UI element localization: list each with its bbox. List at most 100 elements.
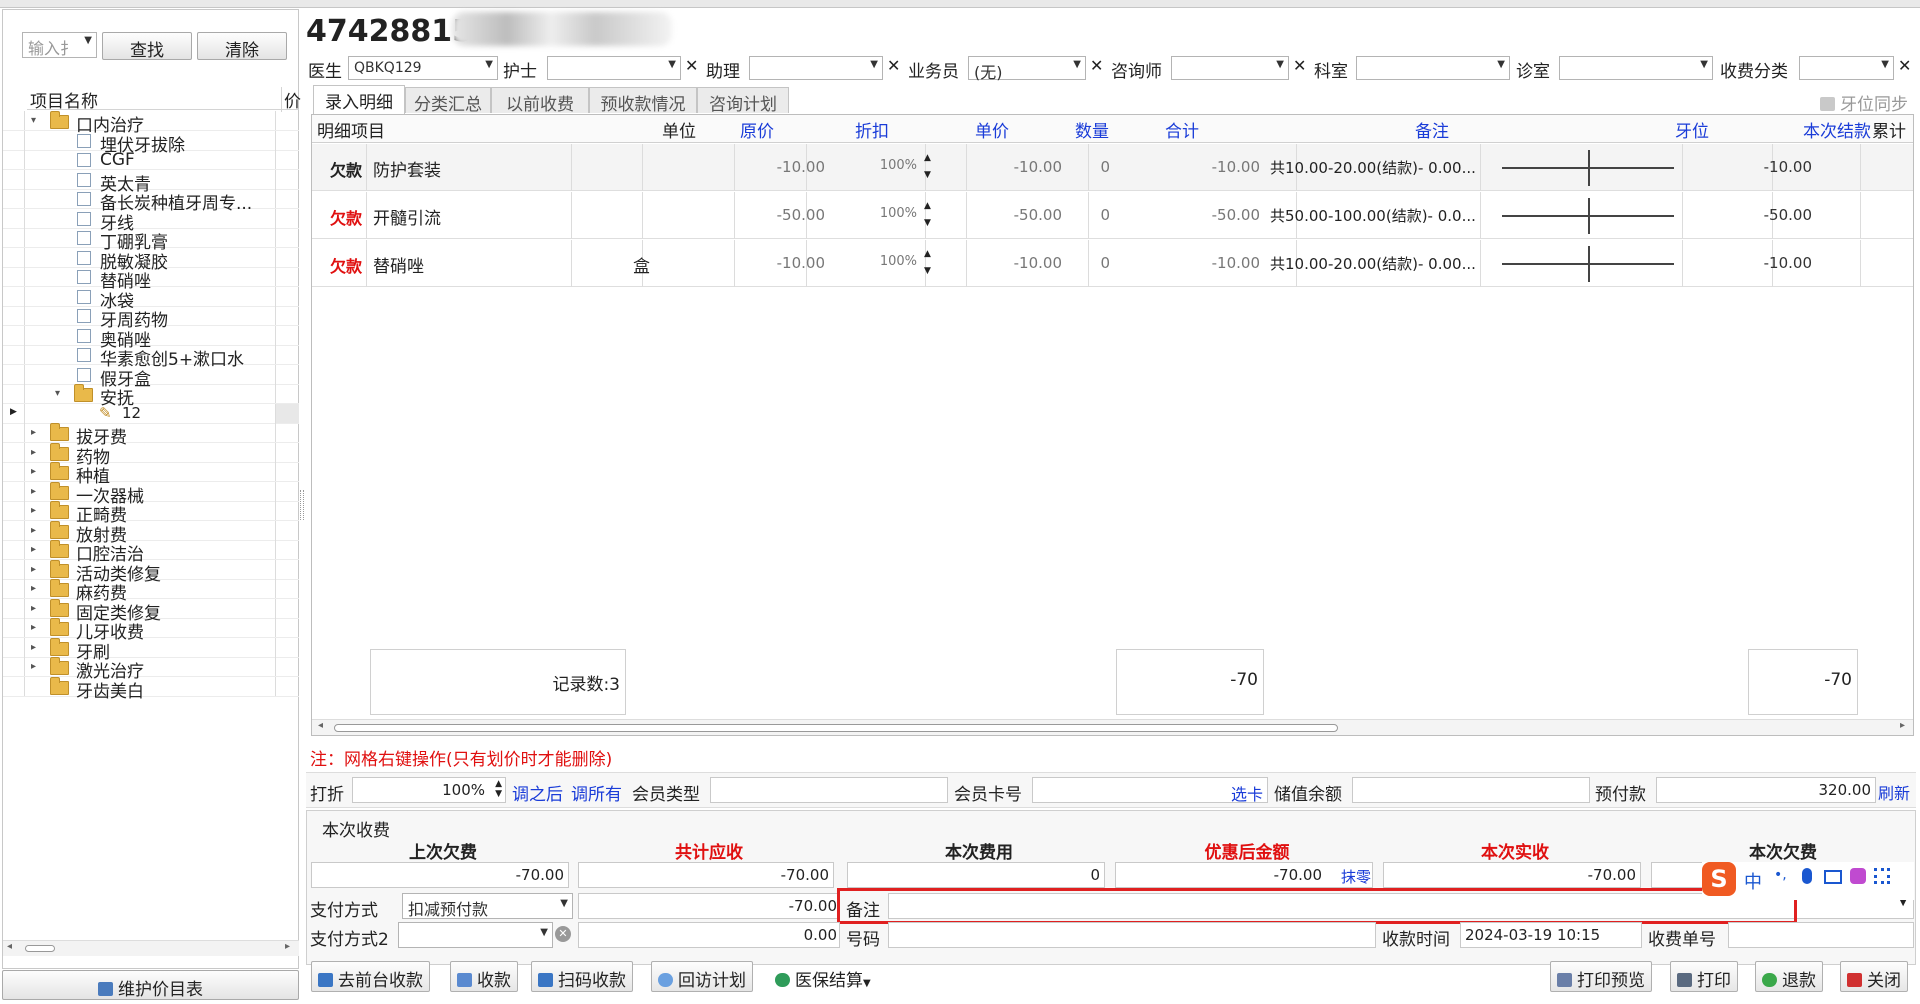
nurse-select[interactable]: ▼ — [547, 56, 681, 80]
pay-method2-select[interactable]: ▼ — [398, 922, 553, 948]
discount-spinner[interactable]: ▲ ▼ — [924, 198, 931, 232]
microphone-icon[interactable] — [1802, 868, 1812, 884]
consultant-select[interactable]: ▼ — [1171, 56, 1289, 80]
adjust-all-link[interactable]: 调所有 — [571, 780, 622, 805]
tree-row[interactable]: 假牙盒 — [3, 364, 299, 390]
tab-category-summary[interactable]: 分类汇总 — [405, 87, 491, 115]
tree-row[interactable]: ▸ 正畸费 — [3, 501, 299, 526]
row-selector[interactable] — [3, 189, 25, 208]
collect-button[interactable]: 收款 — [450, 961, 518, 992]
expand-icon[interactable]: ▸ — [31, 486, 36, 497]
expand-icon[interactable]: ▸ — [31, 622, 36, 633]
row-selector[interactable] — [3, 598, 25, 618]
assistant-select[interactable]: ▼ — [749, 56, 883, 80]
expand-icon[interactable]: ▸ — [31, 642, 36, 653]
collapse-icon[interactable]: ▾ — [55, 388, 60, 399]
row-selector[interactable] — [3, 657, 25, 676]
find-button[interactable]: 查找 — [102, 32, 192, 61]
clear-button[interactable]: 清除 — [197, 32, 287, 61]
number-input[interactable] — [888, 922, 1376, 948]
row-selector[interactable] — [3, 423, 25, 442]
print-preview-button[interactable]: 打印预览 — [1550, 961, 1652, 992]
row-selector[interactable] — [3, 150, 25, 169]
close-button[interactable]: 关闭 — [1840, 961, 1908, 992]
expand-icon[interactable]: ▸ — [31, 427, 36, 438]
item-checkbox-icon[interactable] — [77, 289, 91, 304]
clear-nurse-icon[interactable]: ✕ — [685, 56, 698, 75]
tree-row[interactable]: ▾ 安抚 — [3, 384, 299, 409]
row-selector[interactable] — [3, 267, 25, 286]
row-selector[interactable] — [3, 130, 25, 150]
round-off-link[interactable]: 抹零 — [1341, 866, 1371, 887]
pay-method-select[interactable]: 扣减预付款 ▼ — [402, 893, 573, 919]
front-desk-collect-button[interactable]: 去前台收款 — [311, 961, 430, 992]
refresh-link[interactable]: 刷新 — [1878, 780, 1910, 804]
clinic-select[interactable]: ▼ — [1559, 56, 1713, 80]
adjust-after-link[interactable]: 调之后 — [512, 780, 563, 805]
row-selector[interactable] — [3, 111, 25, 130]
tree-row[interactable]: ▸ 激光治疗 — [3, 657, 299, 682]
expand-icon[interactable]: ▸ — [31, 505, 36, 516]
table-row[interactable]: 欠款 防护套装 -10.00 100% ▲ ▼ -10.00 0 -10.00 共10.00-2… — [312, 144, 1913, 191]
row-selector[interactable] — [3, 462, 25, 481]
charge-value-field[interactable]: -70.00 — [1383, 862, 1641, 888]
tree-row[interactable]: 牙齿美白 — [3, 676, 299, 702]
tree-row[interactable]: 冰袋 — [3, 286, 299, 312]
tree-row[interactable]: ▸ 活动类修复 — [3, 559, 299, 585]
row-selector[interactable] — [3, 384, 25, 403]
tree-row[interactable]: 奥硝唑 — [3, 325, 299, 351]
pay-amount2-input[interactable]: 0.00 — [578, 922, 840, 948]
clear-sales-icon[interactable]: ✕ — [1090, 56, 1103, 75]
item-checkbox-icon[interactable] — [77, 250, 91, 265]
row-selector[interactable] — [3, 364, 25, 384]
doctor-select[interactable]: QBKQ129 ▼ — [348, 56, 498, 80]
collapse-icon[interactable]: ▾ — [31, 115, 36, 126]
keyboard-icon[interactable] — [1824, 870, 1842, 884]
print-button[interactable]: 打印 — [1670, 961, 1738, 992]
item-checkbox-icon[interactable] — [77, 192, 91, 206]
item-checkbox-icon[interactable] — [77, 133, 91, 148]
ime-toolbar[interactable]: S 中 •, — [1702, 862, 1914, 900]
discount-input[interactable]: 100% ▲ ▼ — [352, 777, 506, 803]
row-selector[interactable] — [3, 208, 25, 228]
maintain-price-list-button[interactable]: 维护价目表 — [2, 970, 299, 1000]
tree-row[interactable]: CGF — [3, 150, 299, 170]
scan-collect-button[interactable]: 扫码收款 — [531, 961, 633, 992]
row-selector[interactable] — [3, 442, 25, 462]
tree-row[interactable]: ▶ ✎ 12 — [3, 403, 299, 424]
tab-prepayment[interactable]: 预收款情况 — [589, 87, 697, 115]
tree-h-scrollbar[interactable]: ◂ ▸ — [3, 940, 299, 956]
clear-category-icon[interactable]: ✕ — [1898, 56, 1911, 75]
receipt-input[interactable] — [1728, 922, 1914, 948]
tree-row[interactable]: ▸ 种植 — [3, 462, 299, 487]
item-checkbox-icon[interactable] — [77, 348, 91, 362]
item-checkbox-icon[interactable] — [77, 328, 91, 343]
tree-row[interactable]: 丁硼乳膏 — [3, 228, 299, 253]
dept-select[interactable]: ▼ — [1356, 56, 1510, 80]
sales-select[interactable]: (无) ▼ — [968, 56, 1086, 82]
member-card-input[interactable]: 选卡 — [1032, 777, 1268, 805]
select-card-link[interactable]: 选卡 — [1231, 781, 1263, 805]
tooth-position-chart[interactable] — [1502, 246, 1674, 282]
row-selector[interactable] — [3, 325, 25, 345]
ime-punct-icon[interactable]: •, — [1774, 867, 1787, 883]
item-checkbox-icon[interactable] — [77, 231, 91, 245]
tree-row[interactable]: ▸ 口腔洁治 — [3, 540, 299, 565]
skin-icon[interactable] — [1850, 868, 1866, 884]
tree-row[interactable]: ▸ 药物 — [3, 442, 299, 468]
tree-row[interactable]: ▸ 麻药费 — [3, 579, 299, 604]
expand-icon[interactable]: ▸ — [31, 544, 36, 555]
tab-consult-plan[interactable]: 咨询计划 — [697, 87, 789, 115]
tree-row[interactable]: 英太青 — [3, 169, 299, 195]
row-selector[interactable] — [3, 676, 25, 696]
grid-h-scrollbar[interactable]: ◂ ▸ — [312, 719, 1913, 735]
row-selector[interactable] — [3, 247, 25, 267]
insurance-settle-menu[interactable]: 医保结算▼ — [775, 966, 871, 991]
expand-icon[interactable]: ▸ — [31, 466, 36, 477]
tree-row[interactable]: ▸ 拔牙费 — [3, 423, 299, 448]
tree-row[interactable]: 备长炭种植牙周专... — [3, 189, 299, 214]
charge-value-field[interactable]: -70.00 — [1115, 862, 1373, 888]
row-selector[interactable] — [3, 345, 25, 364]
discount-spinner[interactable]: ▲ ▼ — [924, 246, 931, 280]
tooth-sync-button[interactable]: 牙位同步 — [1820, 90, 1908, 115]
